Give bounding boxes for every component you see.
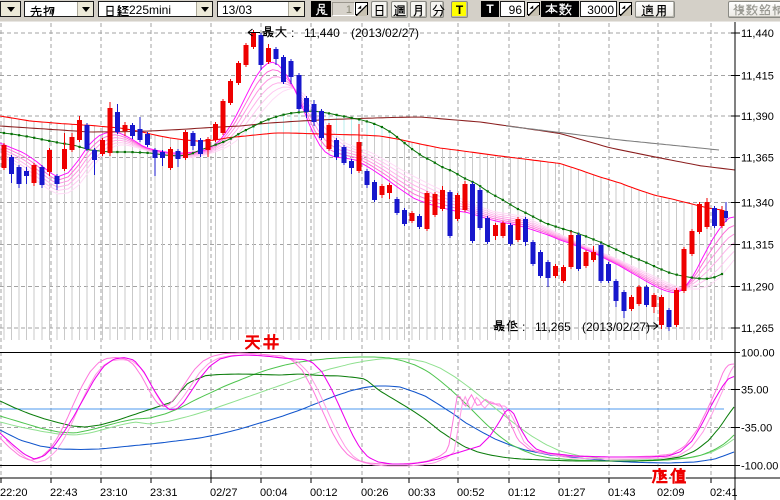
svg-text:00:33: 00:33 xyxy=(408,487,436,499)
svg-text:00:12: 00:12 xyxy=(310,487,338,499)
svg-text:00:04: 00:04 xyxy=(260,487,288,499)
svg-text::: : xyxy=(522,320,525,334)
svg-text:100.00: 100.00 xyxy=(741,348,775,360)
svg-text:11,440: 11,440 xyxy=(304,26,340,40)
svg-text::: : xyxy=(291,26,294,40)
svg-text:-35.00: -35.00 xyxy=(741,423,772,435)
svg-text:02:41: 02:41 xyxy=(710,487,738,499)
svg-text:11,290: 11,290 xyxy=(741,282,774,294)
svg-text:02/27: 02/27 xyxy=(210,487,238,499)
svg-text:01:43: 01:43 xyxy=(608,487,636,499)
svg-text:00:26: 00:26 xyxy=(361,487,389,499)
svg-text:11,340: 11,340 xyxy=(741,198,774,210)
svg-text:02:09: 02:09 xyxy=(657,487,685,499)
svg-text:(2013/02/27): (2013/02/27) xyxy=(582,320,650,334)
svg-text:22:20: 22:20 xyxy=(0,487,28,499)
svg-text:11,265: 11,265 xyxy=(741,323,774,335)
svg-text:23:31: 23:31 xyxy=(150,487,178,499)
svg-text:11,440: 11,440 xyxy=(741,28,774,40)
svg-text:35.00: 35.00 xyxy=(741,385,769,397)
svg-text:01:27: 01:27 xyxy=(558,487,586,499)
svg-text:01:12: 01:12 xyxy=(508,487,536,499)
svg-text:-100.00: -100.00 xyxy=(741,461,778,473)
svg-text:11,415: 11,415 xyxy=(741,71,774,83)
svg-text:23:10: 23:10 xyxy=(100,487,128,499)
svg-text:22:43: 22:43 xyxy=(50,487,78,499)
svg-text:11,365: 11,365 xyxy=(741,153,774,165)
svg-text:00:52: 00:52 xyxy=(457,487,485,499)
svg-text:11,265: 11,265 xyxy=(535,320,571,334)
svg-text:11,390: 11,390 xyxy=(741,111,774,123)
svg-text:(2013/02/27): (2013/02/27) xyxy=(351,26,419,40)
svg-text:11,315: 11,315 xyxy=(741,240,774,252)
